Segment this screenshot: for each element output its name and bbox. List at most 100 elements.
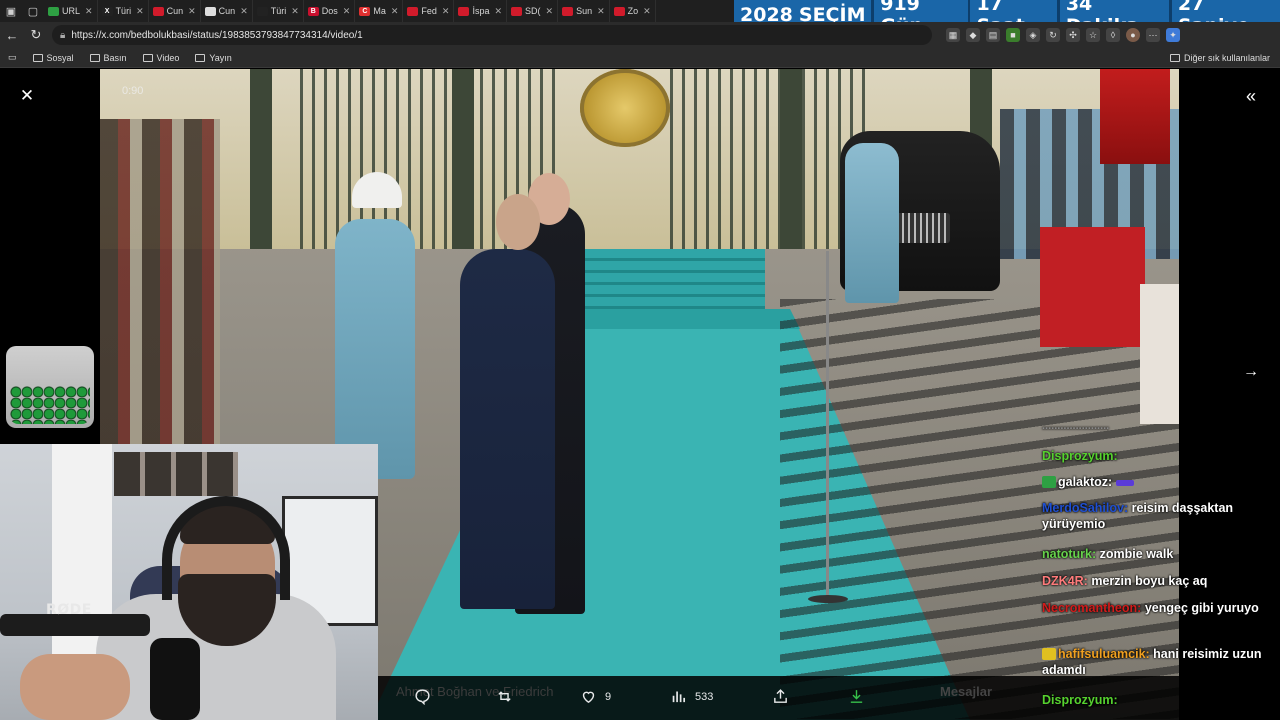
- repost-button[interactable]: [496, 688, 513, 705]
- mic-body: [150, 638, 200, 720]
- tab-favicon-icon: B: [307, 6, 319, 16]
- microphone-base: [808, 595, 848, 603]
- microphone: RØDE: [0, 592, 210, 720]
- download-icon: [850, 690, 863, 703]
- favorites-icon[interactable]: ☆: [1086, 28, 1100, 42]
- browser-tab[interactable]: X Türi ✕: [98, 0, 149, 22]
- red-banner: [1040, 227, 1145, 347]
- tab-favicon-icon: [562, 6, 574, 16]
- close-tab-icon[interactable]: ✕: [188, 6, 196, 17]
- user-badge-icon: [1042, 648, 1056, 660]
- chat-message: Necromantheon: yengeç gibi yuruyo: [1042, 600, 1267, 616]
- bookmark-label: Yayın: [209, 52, 232, 63]
- close-tab-icon[interactable]: ✕: [391, 6, 399, 17]
- tab-favicon-icon: [48, 6, 59, 16]
- tab-label: Dos: [321, 6, 338, 16]
- close-tab-icon[interactable]: ✕: [291, 6, 299, 17]
- share-icon: [774, 689, 787, 703]
- bead-fill: [10, 386, 90, 424]
- extension-icon[interactable]: ▦: [946, 28, 960, 42]
- white-banner: [1140, 284, 1179, 424]
- analytics-icon: [672, 691, 686, 703]
- download-button[interactable]: [848, 688, 865, 705]
- historic-guards: [100, 119, 220, 449]
- browser-tab[interactable]: Zo ✕: [610, 0, 656, 22]
- views-button[interactable]: 533: [670, 688, 713, 705]
- close-button[interactable]: ✕: [14, 83, 40, 109]
- tab-label: Zo: [627, 6, 639, 16]
- tab-label: İspa: [472, 6, 490, 16]
- tab-favicon-icon: [204, 6, 216, 16]
- puzzle-icon[interactable]: ✣: [1066, 28, 1080, 42]
- flag: [1100, 69, 1170, 164]
- extension-icon[interactable]: ▤: [986, 28, 1000, 42]
- chat-text: zombie walk: [1099, 547, 1174, 561]
- refresh-extension-icon[interactable]: ↻: [1046, 28, 1060, 42]
- extension-icon[interactable]: ◈: [1026, 28, 1040, 42]
- bookmark-folder-yayin[interactable]: Yayın: [187, 53, 239, 63]
- other-favorites[interactable]: Diğer sık kullanılanlar: [1162, 53, 1280, 63]
- workspaces-icon[interactable]: ▣: [0, 0, 22, 22]
- more-icon[interactable]: ⋯: [1146, 28, 1160, 42]
- bookmark-folder-basin[interactable]: Basın: [82, 53, 135, 63]
- browser-tab[interactable]: İspa ✕: [454, 0, 508, 22]
- back-icon[interactable]: ←: [0, 22, 24, 48]
- reading-list-icon[interactable]: ▭: [0, 52, 25, 63]
- browser-tab[interactable]: SD(✕: [507, 0, 559, 22]
- reply-button[interactable]: [414, 688, 431, 705]
- tab-label: Cun: [166, 6, 184, 16]
- close-tab-icon[interactable]: ✕: [442, 6, 450, 17]
- close-tab-icon[interactable]: ✕: [85, 6, 93, 17]
- tab-label: Türi: [115, 6, 132, 16]
- tab-favicon-icon: [152, 6, 164, 16]
- person-head: [496, 194, 540, 250]
- tab-favicon-icon: [458, 6, 470, 16]
- chat-message: Disprozyum:: [1042, 692, 1267, 708]
- close-tab-icon[interactable]: ✕: [546, 6, 554, 17]
- copilot-icon[interactable]: ✦: [1166, 28, 1180, 42]
- reload-icon[interactable]: ↻: [24, 22, 48, 48]
- close-tab-icon[interactable]: ✕: [494, 6, 502, 17]
- bookmark-label: Sosyal: [46, 52, 74, 63]
- chat-username: DZK4R:: [1042, 574, 1088, 588]
- browser-tab[interactable]: Türi ✕: [253, 0, 304, 22]
- url-field[interactable]: 🔒︎ https://x.com/bedbolukbasi/status/198…: [52, 25, 932, 45]
- close-tab-icon[interactable]: ✕: [343, 6, 351, 17]
- tab-actions-icon[interactable]: ▢: [22, 0, 44, 22]
- browser-tab[interactable]: B Dos ✕: [304, 0, 356, 22]
- close-tab-icon[interactable]: ✕: [136, 6, 144, 17]
- next-media-button[interactable]: →: [1238, 359, 1264, 385]
- shield-icon[interactable]: ◊: [1106, 28, 1120, 42]
- bookmark-label: Video: [156, 52, 180, 63]
- browser-tab[interactable]: URL ✕: [44, 0, 98, 22]
- browser-tab[interactable]: C Ma ✕: [355, 0, 404, 22]
- close-tab-icon[interactable]: ✕: [240, 6, 248, 17]
- bookmark-folder-sosyal[interactable]: Sosyal: [25, 53, 82, 63]
- like-count: 9: [605, 690, 612, 703]
- browser-tab[interactable]: Cun ✕: [201, 0, 253, 22]
- browser-tab[interactable]: Cun ✕: [149, 0, 201, 22]
- like-button[interactable]: 9: [580, 688, 611, 705]
- extension-icon[interactable]: ◆: [966, 28, 980, 42]
- reply-icon: [415, 689, 430, 705]
- bookmark-folder-video[interactable]: Video: [135, 53, 188, 63]
- close-tab-icon[interactable]: ✕: [643, 6, 651, 17]
- collapse-sidebar-button[interactable]: «: [1238, 83, 1264, 109]
- screen: ▣ ▢ URL ✕ X Türi ✕ Cun ✕ Cun ✕ Türi ✕ B Dos ✕ C Ma ✕ Fed ✕…: [0, 0, 1280, 720]
- browser-tab[interactable]: Sun ✕: [558, 0, 610, 22]
- tab-favicon-icon: C: [359, 6, 371, 16]
- close-tab-icon[interactable]: ✕: [597, 6, 605, 17]
- extension-icon[interactable]: ■: [1006, 28, 1020, 42]
- honor-guard: [335, 219, 415, 479]
- address-toolbar: ← ↻ 🔒︎ https://x.com/bedbolukbasi/status…: [0, 22, 1280, 48]
- tab-label: Fed: [421, 6, 437, 16]
- stream-chat-overlay: ...................... Disprozyum: galak…: [1040, 419, 1270, 720]
- chat-text: merzin boyu kaç aq: [1091, 574, 1208, 588]
- faded-chat-line: ......................: [1042, 420, 1110, 432]
- share-button[interactable]: [772, 688, 789, 705]
- saluting-guard: [845, 143, 899, 303]
- profile-avatar[interactable]: ●: [1126, 28, 1140, 42]
- webcam-overlay: RØDE: [0, 444, 378, 720]
- folder-icon: [142, 53, 153, 62]
- browser-tab[interactable]: Fed ✕: [403, 0, 455, 22]
